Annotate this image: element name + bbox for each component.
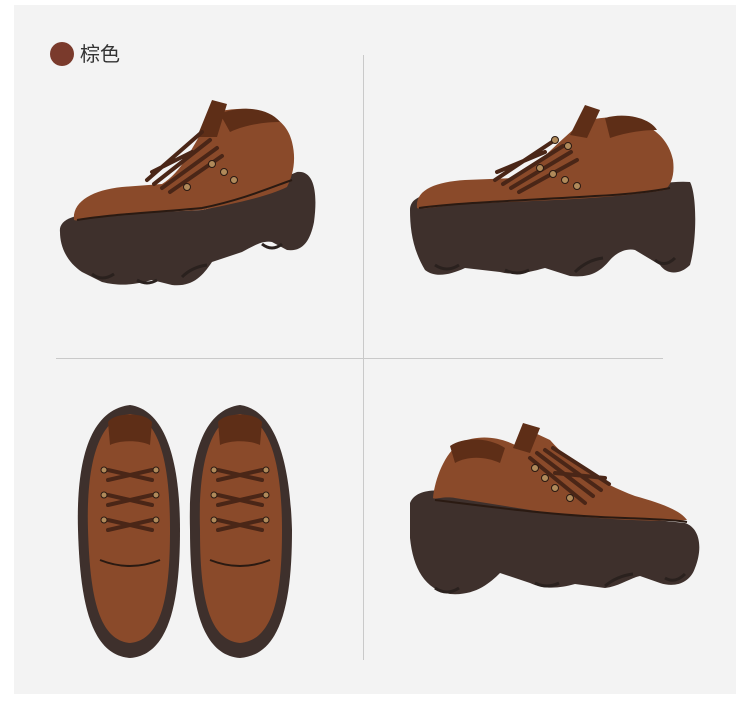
horizontal-divider: [56, 358, 663, 359]
shoe-image-side-right: [405, 100, 700, 285]
color-name: 棕色: [80, 42, 120, 66]
shoe-image-top-pair: [70, 400, 300, 665]
left-shoe: [77, 405, 180, 658]
color-variant-label: 棕色: [50, 40, 120, 68]
color-swatch: [50, 42, 74, 66]
shoe-image-side-left: [52, 92, 322, 292]
shoe-image-side-back: [405, 418, 705, 603]
right-shoe: [189, 405, 292, 658]
product-detail-page: 棕色: [0, 0, 750, 709]
